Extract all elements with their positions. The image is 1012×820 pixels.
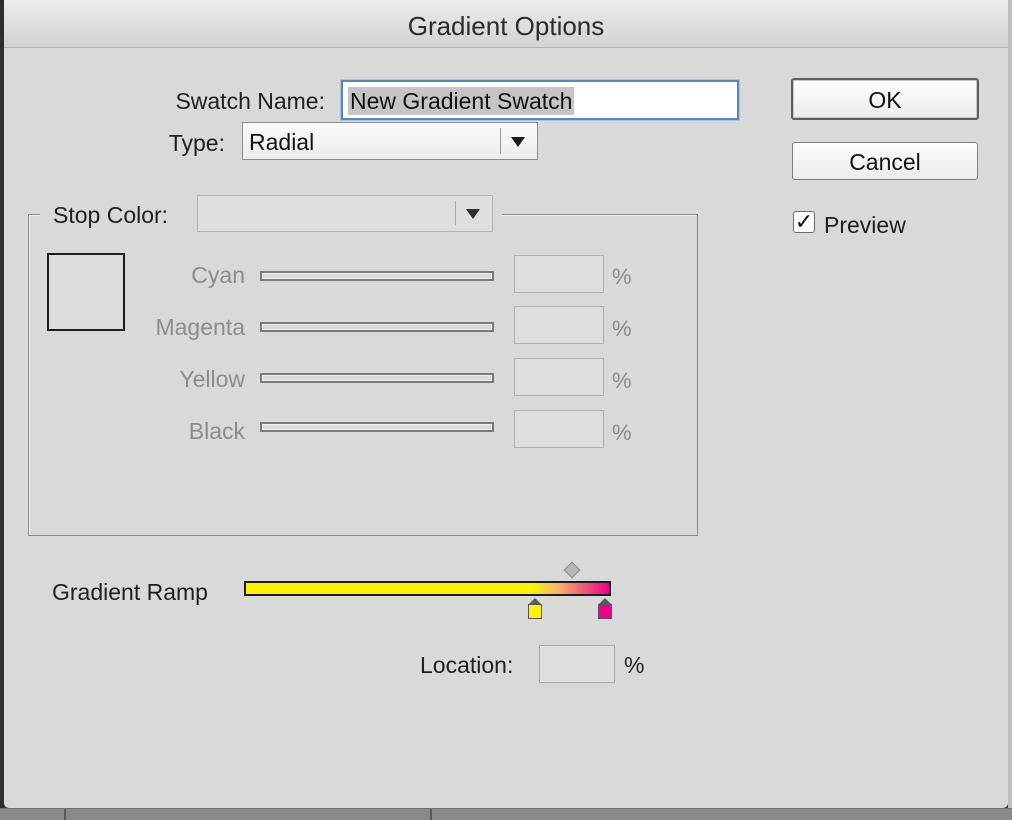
dialog-title: Gradient Options: [407, 11, 605, 41]
background-window-strip: [0, 808, 1012, 820]
location-input: [539, 645, 615, 683]
strip-divider: [64, 809, 66, 820]
yellow-slider: [260, 373, 494, 383]
gradient-stop-yellow[interactable]: [528, 598, 542, 620]
select-divider: [500, 128, 501, 154]
window-edge-right: [1008, 0, 1012, 820]
dialog-titlebar: Gradient Options: [4, 0, 1008, 48]
chevron-down-icon: [466, 209, 480, 219]
cyan-percent: %: [612, 264, 632, 289]
yellow-label: Yellow: [179, 366, 245, 392]
swatch-name-value: New Gradient Swatch: [348, 87, 575, 115]
gradient-ramp-bar[interactable]: [244, 581, 611, 596]
stop-color-chip: [528, 604, 542, 619]
black-percent: %: [612, 420, 632, 445]
stop-color-chip: [598, 604, 612, 619]
select-divider: [455, 201, 456, 225]
magenta-slider: [260, 322, 494, 332]
chevron-down-icon: [511, 137, 525, 147]
stop-color-swatch: [47, 253, 125, 331]
preview-label[interactable]: Preview: [824, 212, 906, 239]
stop-color-select: [197, 195, 493, 232]
type-value: Radial: [249, 129, 315, 155]
magenta-percent: %: [612, 316, 632, 341]
location-label: Location:: [420, 652, 514, 678]
gradient-ramp-label: Gradient Ramp: [52, 579, 208, 605]
swatch-name-label: Swatch Name:: [175, 88, 325, 114]
strip-divider: [430, 809, 432, 820]
black-field: [514, 410, 604, 448]
preview-checkbox[interactable]: ✓: [793, 211, 815, 233]
yellow-field: [514, 358, 604, 396]
ok-button[interactable]: OK: [791, 78, 979, 120]
magenta-label: Magenta: [155, 314, 245, 340]
type-select[interactable]: Radial: [242, 122, 538, 160]
black-label: Black: [188, 418, 245, 444]
cyan-field: [514, 255, 604, 293]
yellow-percent: %: [612, 368, 632, 393]
cyan-slider: [260, 271, 494, 281]
magenta-field: [514, 306, 604, 344]
type-label: Type:: [168, 130, 225, 156]
swatch-name-input[interactable]: New Gradient Swatch: [341, 80, 739, 120]
gradient-stop-magenta[interactable]: [598, 598, 612, 620]
gradient-midpoint-icon[interactable]: [563, 561, 581, 579]
cyan-label: Cyan: [191, 262, 245, 288]
cancel-button[interactable]: Cancel: [792, 142, 978, 180]
black-slider: [260, 422, 494, 432]
gradient-options-dialog: Gradient Options Swatch Name: New Gradie…: [4, 0, 1008, 808]
location-percent: %: [624, 652, 645, 678]
stop-color-label: Stop Color:: [53, 202, 169, 228]
